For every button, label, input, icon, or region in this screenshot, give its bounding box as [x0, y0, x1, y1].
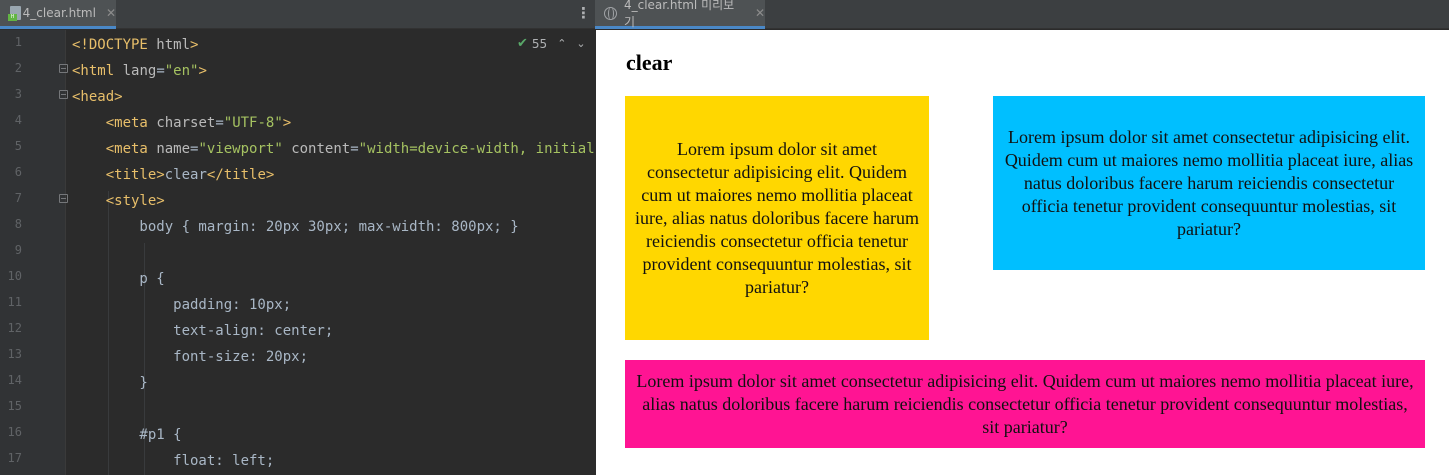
editor-tab-bar: H 4_clear.html ✕ ⋮: [0, 0, 595, 29]
code-line[interactable]: p {: [72, 271, 164, 287]
page-heading: clear: [626, 50, 673, 75]
line-number: 15: [7, 399, 22, 413]
fold-marker-icon[interactable]: [59, 90, 68, 99]
code-line[interactable]: <html lang="en">: [72, 63, 207, 79]
p2-text: Lorem ipsum dolor sit amet consectetur a…: [1004, 126, 1414, 239]
code-line[interactable]: float: left;: [72, 453, 274, 469]
line-number: 8: [14, 217, 22, 231]
inspection-widget[interactable]: ✔ 55 ⌃ ⌄: [517, 36, 586, 51]
inspection-count: 55: [531, 36, 548, 51]
preview-tab[interactable]: 4_clear.html 미리보기 ✕: [595, 0, 765, 29]
line-number-gutter: 1 2 3 4 5 6 7 8 9 10 11 12 13 14 15 16 17: [0, 30, 68, 475]
preview-viewport: clear Lorem ipsum dolor sit amet consect…: [596, 30, 1449, 475]
line-number: 12: [7, 321, 22, 335]
line-number: 7: [14, 191, 22, 205]
fold-marker-icon[interactable]: [59, 194, 68, 203]
preview-tab-label: 4_clear.html 미리보기: [623, 0, 735, 29]
code-editor-pane: H 4_clear.html ✕ ⋮ 1 2 3 4 5 6 7 8 9 10 11 12 13 14 15…: [0, 0, 595, 475]
code-line[interactable]: text-align: center;: [72, 323, 333, 339]
paragraph-p2: Lorem ipsum dolor sit amet consectetur a…: [993, 96, 1425, 270]
code-line[interactable]: <!DOCTYPE html>: [72, 37, 198, 53]
code-line[interactable]: padding: 10px;: [72, 297, 291, 313]
chevron-up-icon[interactable]: ⌃: [557, 37, 566, 50]
p3-text: Lorem ipsum dolor sit amet consectetur a…: [636, 370, 1414, 437]
code-line[interactable]: <head>: [72, 89, 123, 105]
line-number: 13: [7, 347, 22, 361]
html-file-icon: H: [8, 5, 21, 21]
check-icon: ✔: [517, 36, 528, 51]
line-number: 17: [7, 451, 22, 465]
line-number: 11: [7, 295, 22, 309]
line-number: 6: [14, 165, 22, 179]
code-line[interactable]: body { margin: 20px 30px; max-width: 800…: [72, 219, 518, 235]
line-number: 3: [14, 87, 22, 101]
fold-marker-icon[interactable]: [59, 64, 68, 73]
editor-tab-label: 4_clear.html: [22, 6, 96, 20]
code-line[interactable]: <meta name="viewport" content="width=dev…: [72, 141, 595, 157]
more-options-icon[interactable]: ⋮: [576, 6, 591, 21]
line-number: 2: [14, 61, 22, 75]
close-icon[interactable]: ✕: [106, 6, 116, 20]
editor-scrollbar[interactable]: [586, 72, 593, 475]
code-line[interactable]: <title>clear</title>: [72, 167, 275, 183]
code-line[interactable]: <style>: [72, 193, 165, 209]
globe-icon: [604, 6, 617, 20]
line-number: 16: [7, 425, 22, 439]
chevron-down-icon[interactable]: ⌄: [576, 37, 585, 50]
code-line[interactable]: <meta charset="UTF-8">: [72, 115, 292, 131]
preview-tab-bar: 4_clear.html 미리보기 ✕: [595, 0, 1449, 29]
code-area[interactable]: <!DOCTYPE html> <html lang="en"> <head> <m…: [72, 30, 595, 475]
paragraph-p1: Lorem ipsum dolor sit amet consectetur a…: [625, 96, 929, 340]
close-icon[interactable]: ✕: [755, 6, 765, 20]
code-line[interactable]: #p1 {: [72, 427, 181, 443]
line-number: 1: [14, 35, 22, 49]
line-number: 9: [14, 243, 22, 257]
line-number: 10: [7, 269, 22, 283]
p1-text: Lorem ipsum dolor sit amet consectetur a…: [635, 138, 919, 297]
code-line[interactable]: font-size: 20px;: [72, 349, 308, 365]
line-number: 14: [7, 373, 22, 387]
code-line[interactable]: }: [72, 375, 147, 391]
line-number: 4: [14, 113, 22, 127]
paragraph-p3: Lorem ipsum dolor sit amet consectetur a…: [625, 360, 1425, 448]
line-number: 5: [14, 139, 22, 153]
editor-tab[interactable]: H 4_clear.html ✕: [0, 0, 116, 29]
